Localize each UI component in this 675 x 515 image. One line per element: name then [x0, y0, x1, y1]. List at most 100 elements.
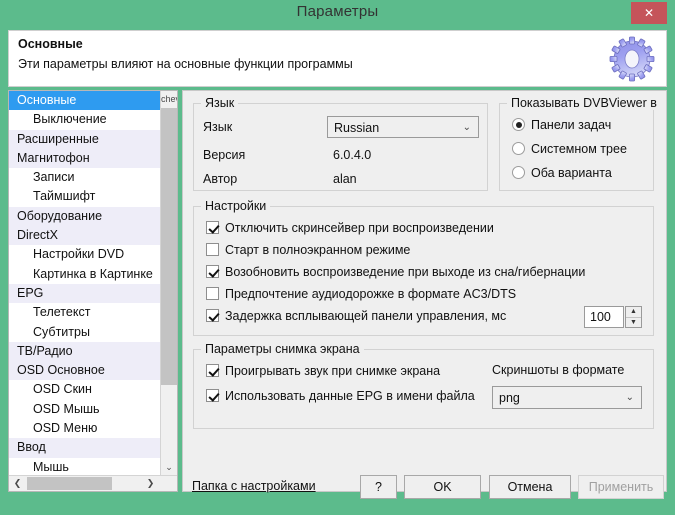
checkbox-icon[interactable]	[206, 309, 219, 322]
checkbox-icon[interactable]	[206, 287, 219, 300]
sidebar-item-12[interactable]: Субтитры	[9, 322, 161, 342]
screenshot-checkbox-0[interactable]: Проигрывать звук при снимке экрана	[206, 364, 440, 378]
checkbox-icon[interactable]	[206, 265, 219, 278]
apply-button: Применить	[578, 475, 664, 499]
display-mode-radio-label: Системном трее	[531, 142, 627, 156]
sidebar-item-4[interactable]: Записи	[9, 168, 161, 188]
window-title: Параметры	[296, 3, 379, 20]
checkbox-icon[interactable]	[206, 243, 219, 256]
sidebar-item-7[interactable]: DirectX	[9, 226, 161, 246]
chevron-down-icon: ⌄	[625, 392, 634, 403]
radio-icon[interactable]	[512, 166, 525, 179]
sidebar-item-14[interactable]: OSD Основное	[9, 361, 161, 381]
sidebar-item-2[interactable]: Расширенные	[9, 129, 161, 149]
tree-list[interactable]: Основные Выключение Расширенные Магнитофон З…	[9, 91, 161, 476]
sidebar-item-17[interactable]: OSD Меню	[9, 419, 161, 439]
sidebar-item-label: Настройки DVD	[33, 247, 125, 262]
chevron-up-icon[interactable]: chevron-up-icon	[161, 91, 177, 138]
settings-checkbox-4[interactable]: Задержка всплывающей панели управления, …	[206, 309, 506, 323]
sidebar-item-label: Таймшифт	[33, 189, 96, 204]
author-value: alan	[333, 172, 357, 186]
help-button[interactable]: ?	[360, 475, 397, 499]
display-mode-radio-2[interactable]: Оба варианта	[512, 166, 612, 180]
chevron-left-icon[interactable]: ❮	[9, 476, 26, 491]
tree-vertical-scrollbar[interactable]: chevron-up-icon ⌄	[160, 91, 177, 476]
sidebar-item-5[interactable]: Таймшифт	[9, 187, 161, 207]
checkbox-icon[interactable]	[206, 389, 219, 402]
delay-spin-field[interactable]: 100	[584, 306, 624, 328]
spinner-down-icon[interactable]: ▼	[626, 318, 641, 328]
sidebar-item-16[interactable]: OSD Мышь	[9, 399, 161, 420]
delay-spinner-buttons[interactable]: ▲ ▼	[625, 306, 642, 328]
ok-button[interactable]: OK	[404, 475, 481, 499]
chevron-down-icon[interactable]: ⌄	[161, 459, 177, 476]
vertical-scrollbar-thumb[interactable]	[161, 108, 177, 385]
checkbox-icon[interactable]	[206, 221, 219, 234]
display-mode-radio-1[interactable]: Системном трее	[512, 142, 627, 156]
sidebar-item-label: Оборудование	[17, 208, 103, 223]
screenshot-format-value: png	[499, 391, 520, 405]
language-label: Язык	[203, 120, 233, 134]
sidebar-item-19[interactable]: Мышь	[9, 457, 161, 476]
settings-folder-link[interactable]: Папка с настройками	[192, 479, 316, 493]
display-mode-group-title: Показывать DVBViewer в	[507, 96, 661, 110]
cancel-button[interactable]: Отмена	[489, 475, 571, 499]
sidebar-item-1[interactable]: Выключение	[9, 110, 161, 130]
settings-checkbox-label: Старт в полноэкранном режиме	[225, 243, 411, 257]
sidebar-item-label: OSD Основное	[17, 363, 105, 378]
radio-icon[interactable]	[512, 142, 525, 155]
sidebar-item-0[interactable]: Основные	[9, 91, 161, 111]
settings-checkbox-3[interactable]: Предпочтение аудиодорожке в формате AC3/…	[206, 287, 516, 301]
spinner-up-icon[interactable]: ▲	[626, 307, 641, 318]
close-button[interactable]: ✕	[631, 2, 667, 24]
screenshot-group: Параметры снимка экрана Проигрывать звук…	[193, 342, 654, 429]
display-mode-radio-0[interactable]: Панели задач	[512, 118, 611, 132]
settings-tree[interactable]: Основные Выключение Расширенные Магнитофон З…	[8, 90, 178, 492]
page-title: Основные	[18, 37, 83, 51]
chevron-right-icon[interactable]: ❯	[142, 476, 159, 491]
sidebar-item-label: OSD Меню	[33, 421, 98, 436]
language-combobox[interactable]: Russian ⌄	[327, 116, 479, 138]
screenshot-format-label: Скриншоты в формате	[492, 363, 625, 377]
sidebar-item-label: Субтитры	[33, 324, 90, 339]
title-bar: Параметры ✕	[0, 0, 675, 28]
language-group: Язык Язык Russian ⌄ Версия 6.0.4.0 Автор…	[193, 96, 488, 191]
sidebar-item-label: ТВ/Радио	[17, 343, 73, 358]
settings-checkbox-2[interactable]: Возобновить воспроизведение при выходе и…	[206, 265, 585, 279]
delay-value: 100	[590, 310, 611, 324]
checkbox-icon[interactable]	[206, 364, 219, 377]
screenshot-checkbox-label: Проигрывать звук при снимке экрана	[225, 364, 441, 378]
sidebar-item-label: Выключение	[33, 112, 107, 127]
horizontal-scrollbar-thumb[interactable]	[27, 477, 112, 490]
settings-checkbox-1[interactable]: Старт в полноэкранном режиме	[206, 243, 410, 257]
sidebar-item-label: Записи	[33, 170, 75, 185]
settings-checkbox-label: Отключить скринсейвер при воспроизведени…	[225, 221, 494, 235]
header-panel: Основные Эти параметры влияют на основны…	[8, 30, 667, 87]
screenshot-format-combobox[interactable]: png ⌄	[492, 386, 642, 409]
sidebar-item-18[interactable]: Ввод	[9, 438, 161, 458]
settings-checkbox-0[interactable]: Отключить скринсейвер при воспроизведени…	[206, 221, 494, 235]
screenshot-checkbox-1[interactable]: Использовать данные EPG в имени файла	[206, 389, 475, 403]
sidebar-item-label: Картинка в Картинке	[33, 266, 153, 281]
sidebar-item-6[interactable]: Оборудование	[9, 206, 161, 227]
sidebar-item-13[interactable]: ТВ/Радио	[9, 341, 161, 362]
sidebar-item-15[interactable]: OSD Скин	[9, 380, 161, 400]
sidebar-item-9[interactable]: Картинка в Картинке	[9, 264, 161, 284]
sidebar-item-8[interactable]: Настройки DVD	[9, 245, 161, 265]
version-label: Версия	[203, 148, 246, 162]
sidebar-item-3[interactable]: Магнитофон	[9, 148, 161, 169]
language-group-title: Язык	[201, 96, 239, 110]
sidebar-item-label: Магнитофон	[17, 150, 90, 165]
sidebar-item-10[interactable]: EPG	[9, 283, 161, 304]
sidebar-item-11[interactable]: Телетекст	[9, 303, 161, 323]
tree-horizontal-scrollbar[interactable]: ❮ ❯	[9, 475, 177, 491]
radio-icon[interactable]	[512, 118, 525, 131]
sidebar-item-label: OSD Скин	[33, 382, 92, 397]
gear-icon	[606, 33, 658, 85]
language-combobox-value: Russian	[334, 121, 380, 135]
page-subtitle: Эти параметры влияют на основные функции…	[18, 57, 353, 71]
sidebar-item-label: Расширенные	[17, 131, 99, 146]
settings-checkbox-label: Возобновить воспроизведение при выходе и…	[225, 265, 586, 279]
author-label: Автор	[203, 172, 238, 186]
display-mode-radio-label: Оба варианта	[531, 166, 612, 180]
